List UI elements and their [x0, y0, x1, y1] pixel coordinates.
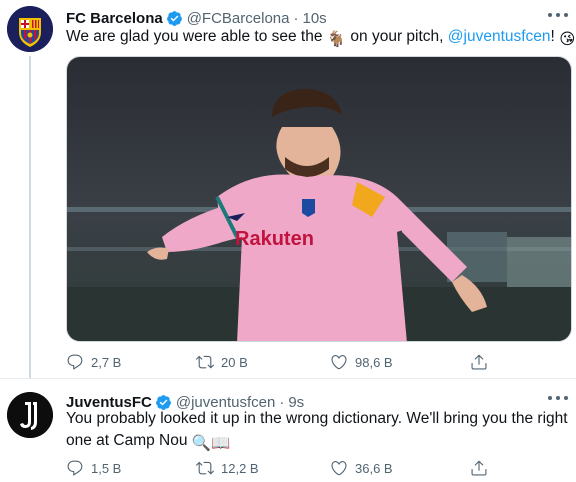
shirt-sponsor-text: Rakuten	[235, 228, 314, 250]
like-count: 98,6 B	[355, 354, 393, 370]
retweet-count: 12,2 B	[221, 460, 259, 476]
retweet-count: 20 B	[221, 354, 248, 370]
more-icon[interactable]	[548, 392, 568, 404]
goat-emoji: 🐐	[326, 31, 347, 48]
tweet-text-line: You probably looked it up in the wrong d…	[66, 410, 568, 427]
kiss-emoji: 😘	[559, 31, 576, 48]
reply-button[interactable]: 1,5 B	[66, 459, 121, 477]
avatar-fcbarcelona[interactable]	[7, 6, 53, 52]
tweet-divider	[0, 378, 576, 379]
retweet-button[interactable]: 20 B	[196, 353, 248, 371]
retweet-button[interactable]: 12,2 B	[196, 459, 259, 477]
more-icon[interactable]	[548, 9, 568, 21]
magnifier-book-emoji: 🔍📖	[191, 435, 231, 452]
tweet-actions: 2,7 B 20 B 98,6 B	[66, 351, 566, 373]
share-button[interactable]	[470, 459, 495, 477]
reply-button[interactable]: 2,7 B	[66, 353, 121, 371]
retweet-icon	[196, 461, 214, 475]
share-button[interactable]	[470, 353, 495, 371]
tweet-photo[interactable]: Rakuten	[66, 56, 572, 342]
timestamp[interactable]: 10s	[302, 10, 326, 27]
retweet-icon	[196, 355, 214, 369]
avatar-juventusfc[interactable]	[7, 392, 53, 438]
tweet-text-part: one at Camp Nou	[66, 432, 192, 449]
reply-count: 2,7 B	[91, 354, 122, 370]
author-handle[interactable]: @FCBarcelona	[187, 10, 290, 27]
like-button[interactable]: 36,6 B	[330, 459, 393, 477]
like-button[interactable]: 98,6 B	[330, 353, 393, 371]
reply-count: 1,5 B	[91, 460, 122, 476]
reply-icon	[67, 354, 83, 370]
tweet-text-line: one at Camp Nou 🔍📖	[66, 430, 568, 455]
tweet-text-part: !	[550, 28, 560, 45]
tweet-text-part: We are glad you were able to see the	[66, 28, 327, 45]
author-name[interactable]: FC Barcelona	[66, 10, 163, 27]
thread-line	[29, 56, 31, 378]
verified-icon	[166, 10, 182, 26]
tweet-text: You probably looked it up in the wrong d…	[66, 408, 568, 455]
tweet-actions: 1,5 B 12,2 B 36,6 B	[66, 457, 566, 479]
mention-link[interactable]: @juventusfcen	[448, 28, 551, 45]
like-icon	[331, 355, 347, 370]
share-icon	[471, 354, 487, 370]
share-icon	[471, 460, 487, 476]
tweet-text: We are glad you were able to see the 🐐 o…	[66, 26, 575, 51]
tweet-text-part: on your pitch,	[346, 28, 448, 45]
tweet-header: FC Barcelona @FCBarcelona · 10s	[66, 8, 327, 28]
reply-icon	[67, 460, 83, 476]
like-icon	[331, 461, 347, 476]
like-count: 36,6 B	[355, 460, 393, 476]
separator-dot: ·	[293, 9, 299, 27]
tweet-fcbarcelona[interactable]: FC Barcelona @FCBarcelona · 10s We are g…	[0, 0, 576, 380]
